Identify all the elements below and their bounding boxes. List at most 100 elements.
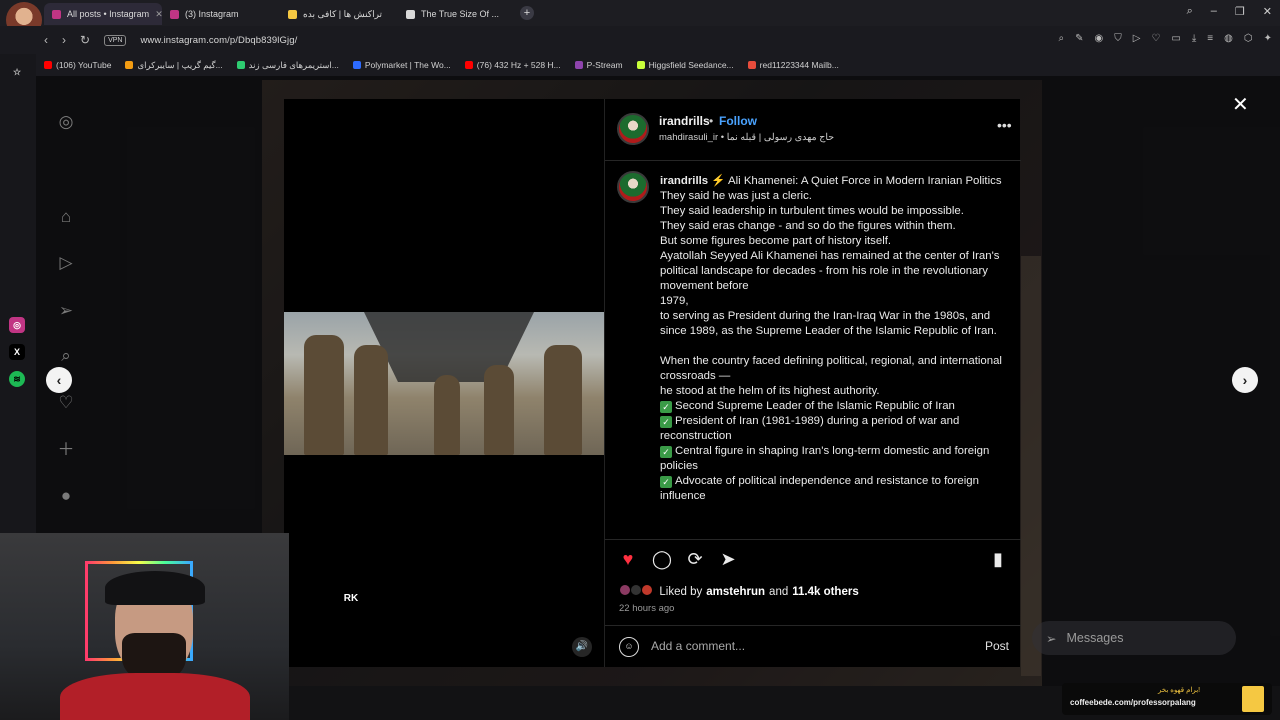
repost-icon[interactable]: ⟳: [684, 548, 706, 570]
instagram-logo-icon[interactable]: ◎: [56, 112, 76, 132]
liker-avatars[interactable]: [619, 584, 654, 599]
post-modal: RK 🔊 irandrills • Follow mahdirasuli_ir …: [284, 99, 1021, 667]
address-bar: ‹ › ↻ VPN www.instagram.com/p/Dbqb839lGj…: [0, 26, 1280, 54]
post-caption: irandrills ⚡ Ali Khamenei: A Quiet Force…: [660, 174, 1005, 504]
bookmark-higgsfield[interactable]: Higgsfield Seedance...: [636, 60, 734, 70]
profile-avatar-icon[interactable]: ●: [56, 486, 76, 506]
bookmark-icon: [125, 61, 134, 69]
tab-true-size[interactable]: The True Size Of ...: [398, 3, 516, 25]
caption-username[interactable]: irandrills: [660, 175, 708, 187]
search-icon[interactable]: ⌕: [56, 346, 76, 366]
bullet-item: ✓ Central figure in shaping Iran's long-t…: [660, 445, 990, 472]
home-icon[interactable]: ⌂: [56, 207, 76, 227]
author-avatar[interactable]: [617, 113, 649, 145]
tab-instagram[interactable]: (3) Instagram: [162, 3, 280, 25]
channel-watermark: RK: [343, 593, 359, 604]
sidebar-spotify-icon[interactable]: ≋: [9, 371, 25, 387]
post-timestamp[interactable]: 22 hours ago: [619, 603, 674, 614]
maximize-icon[interactable]: ❐: [1235, 5, 1245, 18]
youtube-icon: [44, 61, 52, 69]
shield-icon[interactable]: ⛉: [1114, 33, 1122, 44]
video-frame[interactable]: [284, 312, 604, 455]
play-icon[interactable]: ▷: [1133, 33, 1141, 44]
bullet-item: ✓ Advocate of political independence and …: [660, 475, 979, 502]
minimize-icon[interactable]: –: [1211, 5, 1217, 18]
menu-icon[interactable]: ≡: [1207, 33, 1213, 44]
next-post-button[interactable]: ›: [1232, 367, 1258, 393]
bookmark-mailbox[interactable]: red11223344 Mailb...: [747, 60, 839, 70]
wallet-icon[interactable]: ▭: [1171, 33, 1180, 44]
liker-avatar: [641, 584, 654, 596]
forward-icon[interactable]: ›: [62, 33, 66, 47]
soldier-figure: [484, 365, 514, 455]
bullet-item: ✓ Second Supreme Leader of the Islamic Re…: [660, 399, 1005, 414]
vpn-badge[interactable]: VPN: [104, 34, 127, 46]
instagram-nav: ◎ ⌂ ▷ ➢ ⌕ ♡ ＋ ●: [36, 76, 94, 531]
new-tab-button[interactable]: +: [520, 6, 534, 20]
ai-icon[interactable]: ✦: [1264, 33, 1272, 44]
instagram-icon: [52, 9, 61, 19]
like-heart-icon[interactable]: ♥: [617, 548, 639, 570]
edit-icon[interactable]: ✎: [1075, 33, 1083, 44]
comment-icon[interactable]: ◯: [651, 548, 673, 570]
emoji-icon[interactable]: ☺: [619, 637, 639, 657]
post-header: irandrills • Follow mahdirasuli_ir • حاج…: [605, 99, 1021, 161]
sidebar-instagram-icon[interactable]: ◎: [9, 317, 25, 333]
notifications-icon[interactable]: ♡: [56, 393, 76, 413]
back-icon[interactable]: ‹: [44, 33, 48, 47]
search-tabs-icon[interactable]: ⌕: [1187, 5, 1193, 18]
direct-icon[interactable]: ➢: [56, 301, 76, 321]
volume-icon[interactable]: 🔊: [572, 637, 592, 657]
follow-button[interactable]: Follow: [719, 114, 757, 128]
checkmark-icon: ✓: [660, 476, 672, 488]
extensions-icon[interactable]: ⬡: [1244, 33, 1253, 44]
star-icon[interactable]: ☆: [9, 64, 25, 80]
heart-icon[interactable]: ♡: [1151, 33, 1160, 44]
likes-count[interactable]: 11.4k others: [792, 586, 858, 598]
donation-banner: برام قهوه بخر! coffeebede.com/professorp…: [1062, 683, 1272, 715]
webcam-overlay: [0, 533, 289, 720]
zoom-icon[interactable]: ⌕: [1059, 33, 1065, 44]
bookmark-polymarket[interactable]: Polymarket | The Wo...: [352, 60, 451, 70]
caption-avatar[interactable]: [617, 171, 649, 203]
url-field[interactable]: www.instagram.com/p/Dbqb839lGjg/: [140, 35, 297, 46]
bookmarks-bar: (106) YouTube گیم گریپ | سایبرکرای... اس…: [36, 54, 1280, 76]
comment-input[interactable]: Add a comment...: [651, 639, 745, 653]
previous-post-button[interactable]: ‹: [46, 367, 72, 393]
bullet-item: ✓ President of Iran (1981-1989) during a …: [660, 415, 960, 442]
bookmark-pstream[interactable]: P-Stream: [574, 60, 623, 70]
profile-icon[interactable]: ◍: [1224, 33, 1233, 44]
more-options-icon[interactable]: •••: [997, 117, 1012, 133]
collab-subline[interactable]: mahdirasuli_ir • حاج مهدی رسولی | قبله ن…: [659, 132, 834, 143]
camera-icon[interactable]: ◉: [1095, 33, 1104, 44]
bookmark-432hz[interactable]: (76) 432 Hz + 528 H...: [464, 60, 561, 70]
sidebar-x-icon[interactable]: X: [9, 344, 25, 360]
reels-icon[interactable]: ▷: [56, 253, 76, 273]
close-window-icon[interactable]: ✕: [1263, 5, 1272, 18]
create-icon[interactable]: ＋: [56, 440, 76, 460]
post-media[interactable]: RK 🔊: [284, 99, 604, 667]
close-tab-icon[interactable]: ✕: [155, 9, 162, 20]
bookmark-gamegrip[interactable]: گیم گریپ | سایبرکرای...: [125, 60, 223, 71]
close-modal-icon[interactable]: ✕: [1232, 92, 1249, 117]
messages-button[interactable]: ➢ Messages: [1032, 621, 1236, 655]
tab-all-posts[interactable]: All posts • Instagram ✕: [44, 3, 162, 25]
pstream-icon: [574, 61, 583, 69]
mail-icon: [747, 61, 756, 69]
share-icon[interactable]: ➤: [717, 548, 739, 570]
soldier-figure: [304, 335, 344, 455]
author-username[interactable]: irandrills: [659, 114, 710, 128]
post-comment-button[interactable]: Post: [985, 639, 1009, 653]
save-bookmark-icon[interactable]: ▮: [987, 548, 1009, 570]
polymarket-icon: [352, 61, 361, 69]
liker-username[interactable]: amstehrun: [706, 586, 765, 598]
messages-icon: ➢: [1046, 631, 1057, 646]
reload-icon[interactable]: ↻: [80, 33, 90, 47]
bookmark-youtube[interactable]: (106) YouTube: [44, 60, 111, 70]
checkmark-icon: ✓: [660, 446, 672, 458]
browser-tab-bar: All posts • Instagram ✕ (3) Instagram تر…: [0, 0, 1280, 38]
download-icon[interactable]: ⤓: [1192, 33, 1196, 44]
streamer-shirt: [60, 673, 250, 720]
bookmark-streamers[interactable]: استریمرهای فارسی زند...: [236, 60, 339, 71]
tab-coffeebede[interactable]: تراکنش ها | کافی بده: [280, 3, 398, 25]
